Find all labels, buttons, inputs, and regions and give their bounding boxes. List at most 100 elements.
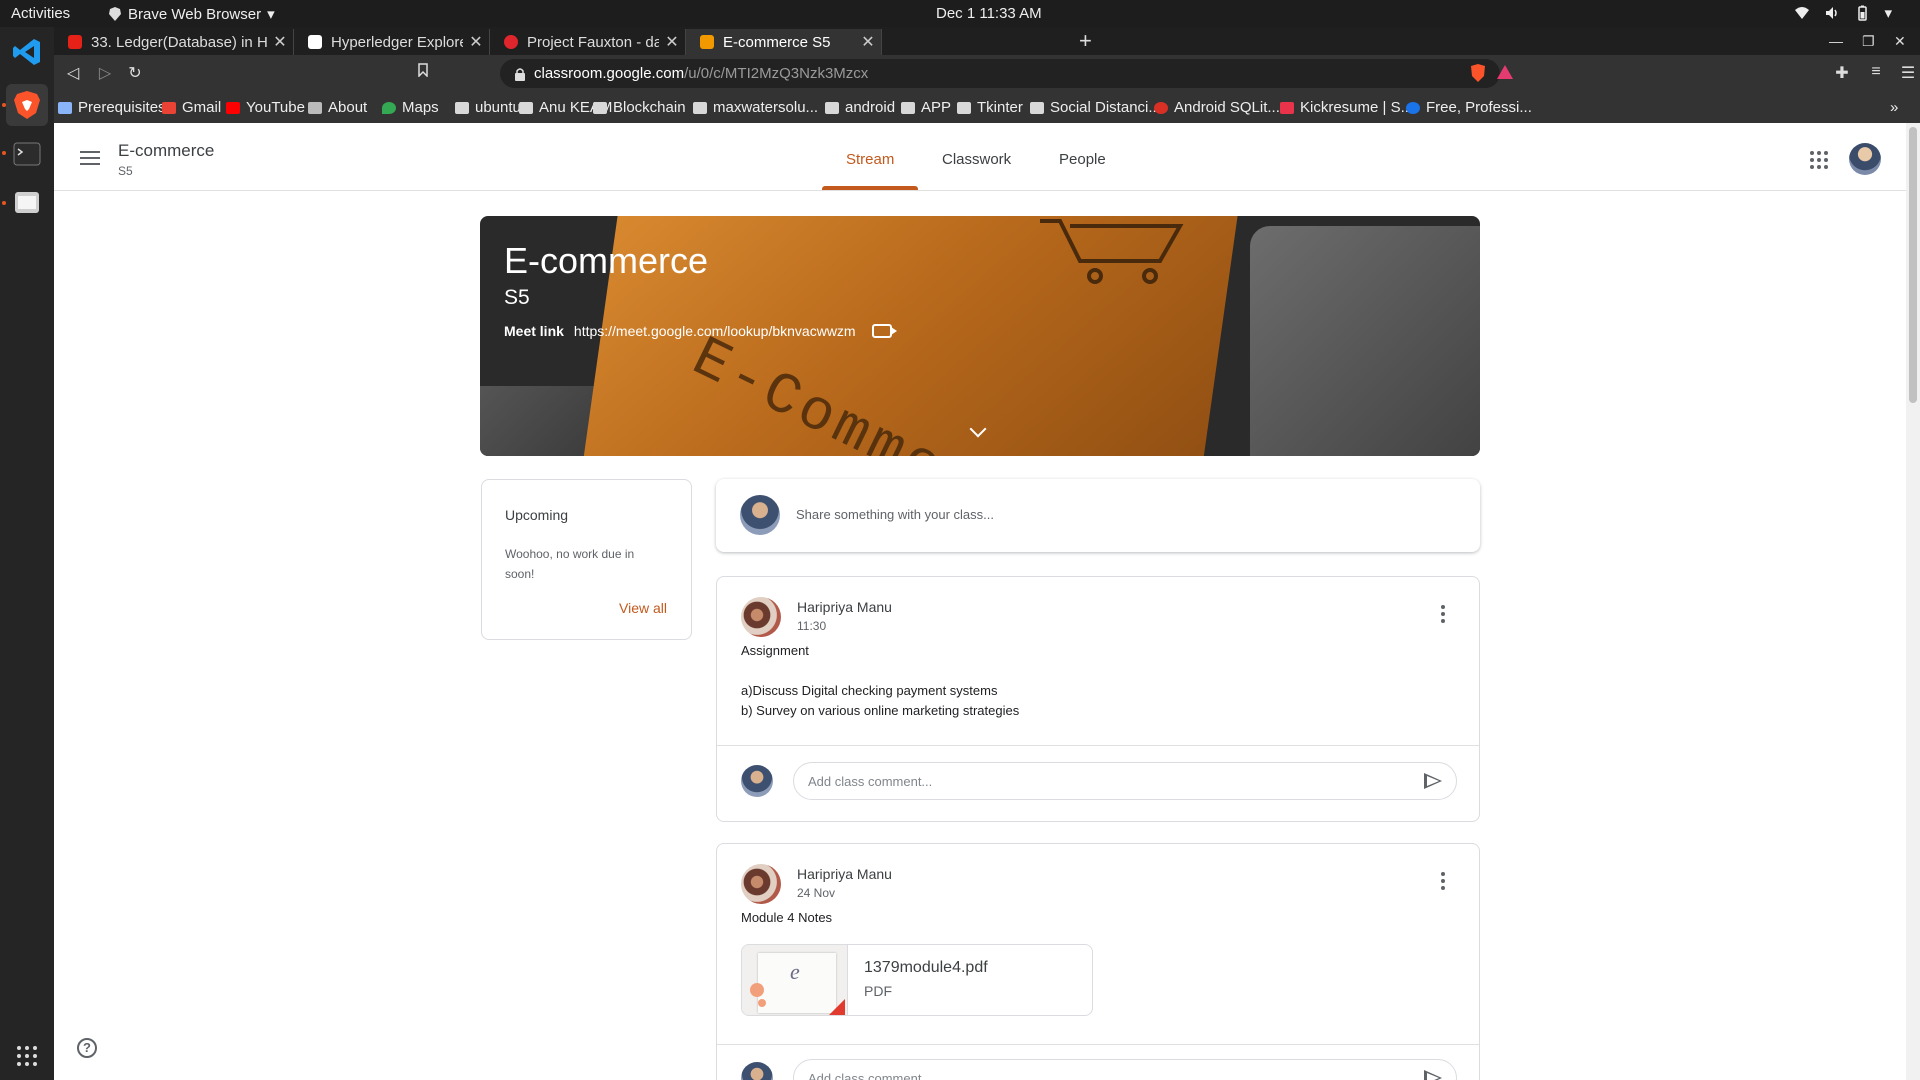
tab-people[interactable]: People xyxy=(1059,151,1106,168)
more-bookmarks-icon[interactable]: » xyxy=(1890,99,1898,116)
bookmark-item[interactable]: maxwatersolu... xyxy=(693,99,818,116)
active-tab-indicator xyxy=(822,186,918,190)
class-name[interactable]: E-commerce xyxy=(118,141,214,161)
maps-icon xyxy=(382,101,396,114)
scrollbar-thumb[interactable] xyxy=(1909,127,1917,403)
upcoming-card: Upcoming Woohoo, no work due in soon! Vi… xyxy=(481,479,692,640)
user-avatar xyxy=(741,1062,773,1080)
vscode-launcher[interactable] xyxy=(6,31,48,73)
bookmark-label: Tkinter xyxy=(977,99,1023,116)
ecommerce-logo-icon: e xyxy=(790,959,800,984)
class-comment-input[interactable]: Add class comment... xyxy=(793,1059,1457,1080)
reload-icon[interactable]: ↻ xyxy=(124,63,146,83)
minimize-icon[interactable]: — xyxy=(1829,33,1843,49)
app-menu[interactable]: Brave Web Browser ▾ xyxy=(108,5,275,23)
folder-icon xyxy=(1030,101,1044,114)
send-icon[interactable] xyxy=(1424,773,1442,789)
bookmark-label: Android SQLit... xyxy=(1174,99,1280,116)
caret-down-icon: ▾ xyxy=(267,6,275,23)
bookmark-item[interactable]: Android SQLit... xyxy=(1154,99,1280,116)
bookmark-label: APP xyxy=(921,99,952,116)
bookmark-item[interactable]: Blockchain xyxy=(593,99,686,116)
account-avatar[interactable] xyxy=(1849,143,1881,175)
tab-stream[interactable]: Stream xyxy=(846,151,894,168)
media-controls-icon[interactable]: ≡ xyxy=(1865,63,1887,81)
tab-hyperledger-explorer[interactable]: Hyperledger Explorer ✕ xyxy=(294,29,490,55)
page-favicon-icon xyxy=(308,35,322,49)
user-avatar xyxy=(741,765,773,797)
lock-icon xyxy=(515,67,525,81)
close-window-icon[interactable]: ✕ xyxy=(1894,33,1906,50)
browser-toolbar: ◁ ▷ ↻ classroom.google.com/u/0/c/MTI2MzQ… xyxy=(54,55,1920,93)
pdf-thumbnail: e xyxy=(742,945,848,1015)
view-all-link[interactable]: View all xyxy=(619,600,667,616)
comment-placeholder: Add class comment... xyxy=(808,774,933,789)
meet-url-link[interactable]: https://meet.google.com/lookup/bknvacwwz… xyxy=(574,323,856,339)
bookmark-label: ubuntu xyxy=(475,99,521,116)
show-applications-button[interactable] xyxy=(6,1035,48,1077)
tab-ledger-database[interactable]: 33. Ledger(Database) in Hy ✕ xyxy=(54,29,294,55)
bookmark-item[interactable]: ubuntu xyxy=(455,99,521,116)
post-body-line: b) Survey on various online marketing st… xyxy=(741,703,1020,718)
classroom-favicon-icon xyxy=(700,35,714,49)
tab-e-commerce[interactable]: E-commerce S5 ✕ xyxy=(686,29,882,55)
brave-rewards-icon[interactable] xyxy=(1494,63,1516,86)
tab-classwork[interactable]: Classwork xyxy=(942,151,1011,168)
send-icon[interactable] xyxy=(1424,1070,1442,1080)
youtube-favicon-icon xyxy=(68,35,82,49)
activities-button[interactable]: Activities xyxy=(11,5,70,22)
share-announcement-box[interactable]: Share something with your class... xyxy=(716,479,1480,552)
files-launcher[interactable] xyxy=(6,181,48,223)
grid-icon xyxy=(58,101,72,114)
forward-icon[interactable]: ▷ xyxy=(94,63,116,83)
bookmark-item[interactable]: APP xyxy=(901,99,951,116)
close-tab-icon[interactable]: ✕ xyxy=(659,32,685,52)
video-camera-icon[interactable] xyxy=(871,324,897,338)
address-bar[interactable]: classroom.google.com/u/0/c/MTI2MzQ3Nzk3M… xyxy=(500,59,1500,88)
brave-lion-icon xyxy=(109,7,121,21)
divider xyxy=(717,1044,1479,1045)
clock[interactable]: Dec 1 11:33 AM xyxy=(936,5,1042,22)
volume-icon xyxy=(1826,7,1838,19)
google-apps-icon[interactable] xyxy=(1810,151,1828,169)
back-icon[interactable]: ◁ xyxy=(62,63,84,83)
bookmark-item[interactable]: Prerequisites xyxy=(58,99,166,116)
stream-post: Haripriya Manu 11:30 Assignment a)Discus… xyxy=(716,576,1480,822)
restore-icon[interactable]: ❐ xyxy=(1862,33,1875,50)
bookmark-item[interactable]: Free, Professi... xyxy=(1406,99,1532,116)
more-options-icon[interactable] xyxy=(1441,872,1445,893)
terminal-launcher[interactable] xyxy=(6,133,48,175)
bookmark-item[interactable]: About xyxy=(308,99,367,116)
menu-icon[interactable]: ☰ xyxy=(1897,63,1919,83)
bookmark-item[interactable]: Gmail xyxy=(162,99,221,116)
system-tray[interactable]: ▾ xyxy=(1794,4,1892,22)
brave-shields-icon[interactable] xyxy=(1467,63,1489,88)
ubuntu-dock xyxy=(0,27,54,1080)
bookmark-item[interactable]: Kickresume | S... xyxy=(1280,99,1413,116)
pdf-attachment[interactable]: e 1379module4.pdf PDF xyxy=(741,944,1093,1016)
bookmark-label: android xyxy=(845,99,896,116)
youtube-icon xyxy=(226,101,240,114)
tab-project-fauxton[interactable]: Project Fauxton - database ✕ xyxy=(490,29,686,55)
upcoming-title: Upcoming xyxy=(505,507,569,523)
class-section: S5 xyxy=(118,164,133,178)
terminal-icon xyxy=(13,142,41,166)
more-options-icon[interactable] xyxy=(1441,605,1445,626)
extensions-icon[interactable]: ✚ xyxy=(1831,63,1853,83)
close-tab-icon[interactable]: ✕ xyxy=(463,32,489,52)
bookmark-item[interactable]: YouTube xyxy=(226,99,305,116)
new-tab-icon[interactable]: + xyxy=(1079,29,1092,53)
help-icon[interactable]: ? xyxy=(77,1038,97,1058)
bookmark-item[interactable]: android xyxy=(825,99,895,116)
close-tab-icon[interactable]: ✕ xyxy=(267,32,293,52)
bookmark-item[interactable]: Social Distanci... xyxy=(1030,99,1161,116)
bookmark-item[interactable]: Tkinter xyxy=(957,99,1023,116)
class-comment-input[interactable]: Add class comment... xyxy=(793,762,1457,800)
main-menu-icon[interactable] xyxy=(80,151,100,165)
bookmark-item[interactable]: Maps xyxy=(382,99,439,116)
page-scrollbar[interactable] xyxy=(1906,123,1920,1080)
brave-launcher[interactable] xyxy=(6,84,48,126)
close-tab-icon[interactable]: ✕ xyxy=(855,32,881,52)
bookmark-label: Gmail xyxy=(182,99,222,116)
bookmark-icon[interactable] xyxy=(412,63,434,82)
